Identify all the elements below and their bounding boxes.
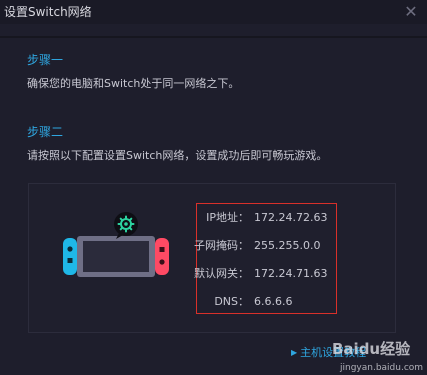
gateway-value: 172.24.71.63 — [254, 267, 328, 280]
switch-network-dialog: 设置Switch网络 ✕ 步骤一 确保您的电脑和Switch处于同一网络之下。 … — [0, 0, 427, 375]
network-config-panel: IP地址： 172.24.72.63 子网掩码： 255.255.0.0 默认网… — [28, 183, 396, 333]
step-two-description: 请按照以下配置设置Switch网络，设置成功后即可畅玩游戏。 — [27, 149, 328, 162]
dns-value: 6.6.6.6 — [254, 295, 293, 308]
triangle-right-icon: ▶ — [291, 348, 298, 357]
baidu-watermark-logo: Baidu经验 jingyan.baidu.com — [332, 340, 423, 373]
dns-row: DNS： 6.6.6.6 — [197, 294, 336, 310]
window-title: 设置Switch网络 — [4, 5, 92, 19]
gateway-row: 默认网关： 172.24.71.63 — [194, 266, 336, 282]
subnet-mask-label: 子网掩码： — [194, 239, 249, 252]
ip-address-label: IP地址： — [206, 211, 249, 224]
step-one-heading: 步骤一 — [27, 53, 64, 67]
network-info-box: IP地址： 172.24.72.63 子网掩码： 255.255.0.0 默认网… — [194, 203, 337, 314]
subnet-mask-row: 子网掩码： 255.255.0.0 — [194, 238, 336, 254]
title-divider — [0, 36, 427, 38]
ip-address-row: IP地址： 172.24.72.63 — [197, 210, 336, 226]
subnet-mask-value: 255.255.0.0 — [254, 239, 321, 252]
switch-console-icon — [63, 212, 169, 277]
watermark-text: Baidu经验 — [332, 340, 411, 358]
gateway-label: 默认网关： — [194, 267, 249, 280]
step-one-description: 确保您的电脑和Switch处于同一网络之下。 — [27, 77, 240, 90]
gear-icon — [114, 212, 138, 239]
dns-label: DNS： — [214, 295, 249, 308]
ip-address-value: 172.24.72.63 — [254, 211, 328, 224]
step-two-heading: 步骤二 — [27, 125, 64, 139]
close-icon[interactable]: ✕ — [401, 2, 421, 22]
title-bar: 设置Switch网络 ✕ — [0, 0, 427, 24]
watermark-subtext: jingyan.baidu.com — [339, 363, 423, 373]
